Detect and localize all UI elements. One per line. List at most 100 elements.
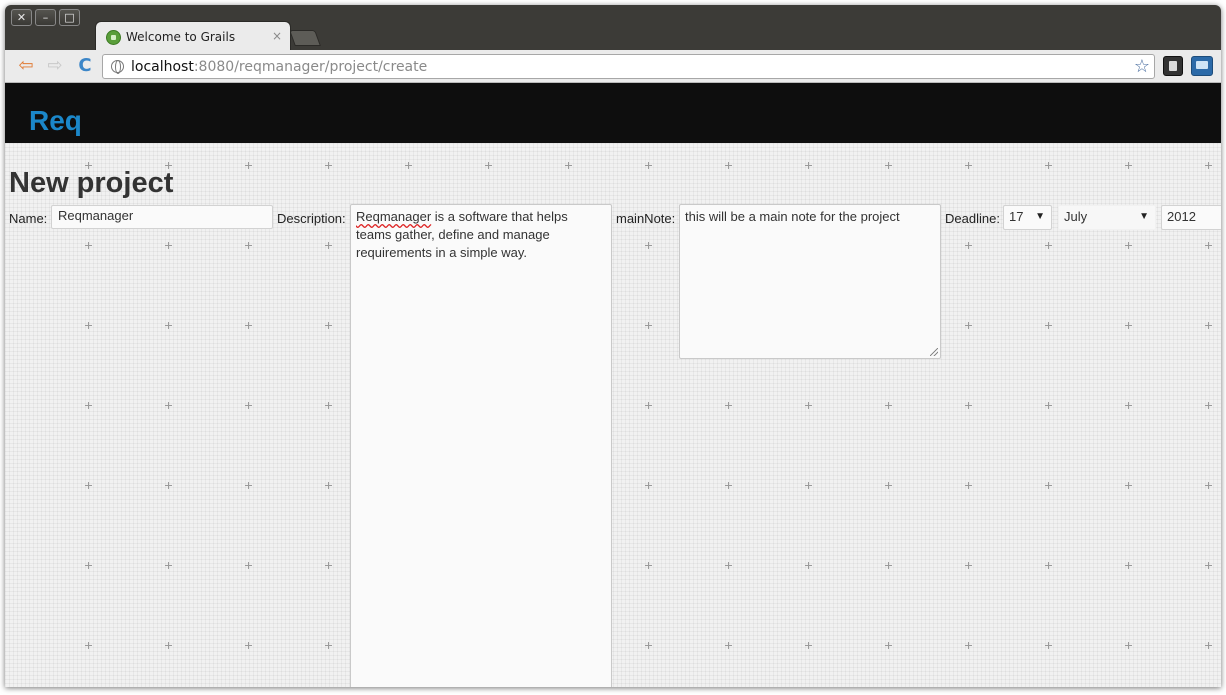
grid-cross — [245, 562, 252, 569]
bookmark-star-icon[interactable]: ☆ — [1134, 56, 1150, 77]
grid-cross — [725, 562, 732, 569]
grid-cross — [1045, 402, 1052, 409]
chevron-down-icon: ▼ — [1035, 211, 1045, 222]
description-misspelled-word: Reqmanager — [356, 209, 432, 224]
grid-cross — [965, 162, 972, 169]
deadline-day-select[interactable]: 17 ▼ — [1003, 205, 1052, 230]
reload-icon[interactable]: C — [75, 56, 95, 76]
tab-close-icon[interactable]: × — [272, 29, 282, 43]
grails-favicon-icon — [106, 30, 121, 45]
grid-cross — [1205, 162, 1212, 169]
brand-logo[interactable]: Req — [29, 105, 82, 137]
grid-cross — [885, 402, 892, 409]
grid-cross — [965, 482, 972, 489]
grid-cross — [245, 482, 252, 489]
grid-cross — [325, 322, 332, 329]
grid-cross — [325, 562, 332, 569]
grid-cross — [85, 562, 92, 569]
url-text[interactable]: localhost:8080/reqmanager/project/create — [131, 59, 427, 75]
mainnote-text: this will be a main note for the project — [685, 209, 900, 224]
grid-cross — [1205, 642, 1212, 649]
grid-cross — [485, 162, 492, 169]
name-input[interactable]: Reqmanager — [51, 205, 273, 229]
deadline-month-select[interactable]: July ▼ — [1058, 205, 1156, 230]
url-path: :8080/reqmanager/project/create — [193, 59, 428, 75]
forward-arrow-icon[interactable]: ⇨ — [45, 56, 65, 76]
maximize-window-button[interactable]: □ — [59, 9, 80, 26]
back-arrow-icon[interactable]: ⇦ — [16, 56, 36, 76]
description-textarea[interactable]: Reqmanager is a software that helps team… — [350, 204, 612, 687]
new-tab-button[interactable] — [289, 30, 321, 46]
grid-cross — [1125, 402, 1132, 409]
grid-cross — [85, 402, 92, 409]
chevron-down-icon: ▼ — [1139, 211, 1149, 222]
deadline-year-select[interactable]: 2012 — [1161, 205, 1221, 230]
mainnote-label: mainNote: — [616, 211, 676, 226]
grid-cross — [1045, 562, 1052, 569]
extension-evernote-icon[interactable] — [1163, 56, 1183, 76]
app-navbar: Req — [5, 83, 1221, 143]
grid-cross — [645, 642, 652, 649]
name-label: Name: — [9, 211, 48, 226]
grid-cross — [645, 322, 652, 329]
minimize-window-button[interactable]: – — [35, 9, 56, 26]
grid-cross — [1125, 482, 1132, 489]
close-window-button[interactable]: ✕ — [11, 9, 32, 26]
grid-cross — [165, 482, 172, 489]
grid-cross — [805, 402, 812, 409]
grid-cross — [1205, 562, 1212, 569]
extension-screen-capture-icon[interactable] — [1191, 56, 1213, 76]
tab-title: Welcome to Grails — [126, 30, 236, 44]
grid-cross — [805, 642, 812, 649]
grid-cross — [645, 402, 652, 409]
grid-cross — [1045, 322, 1052, 329]
grid-cross — [85, 642, 92, 649]
grid-cross — [1205, 322, 1212, 329]
deadline-label: Deadline: — [945, 211, 1000, 226]
window-controls: ✕ – □ — [11, 9, 80, 26]
grid-cross — [1045, 642, 1052, 649]
grid-cross — [325, 162, 332, 169]
deadline-year-value: 2012 — [1167, 209, 1196, 224]
address-bar[interactable]: localhost:8080/reqmanager/project/create… — [102, 54, 1155, 79]
grid-cross — [885, 162, 892, 169]
deadline-month-value: July — [1064, 209, 1088, 224]
grid-cross — [965, 322, 972, 329]
grid-cross — [165, 242, 172, 249]
grid-cross — [1205, 242, 1212, 249]
grid-cross — [725, 162, 732, 169]
grid-cross — [1205, 402, 1212, 409]
grid-cross — [1125, 242, 1132, 249]
grid-cross — [965, 242, 972, 249]
grid-cross — [1045, 162, 1052, 169]
grid-cross — [965, 562, 972, 569]
page-title: New project — [9, 167, 174, 199]
grid-cross — [85, 482, 92, 489]
grid-cross — [645, 562, 652, 569]
grid-cross — [1125, 162, 1132, 169]
grid-cross — [725, 402, 732, 409]
grid-cross — [805, 162, 812, 169]
mainnote-textarea[interactable]: this will be a main note for the project — [679, 204, 941, 359]
grid-cross — [85, 322, 92, 329]
grid-cross — [245, 642, 252, 649]
grid-cross — [645, 162, 652, 169]
resize-grip-icon[interactable] — [930, 348, 938, 356]
grid-cross — [165, 562, 172, 569]
grid-cross — [885, 642, 892, 649]
page-viewport: Req New project Name: Reqmanager Descrip… — [5, 83, 1221, 687]
grid-cross — [405, 162, 412, 169]
grid-cross — [325, 642, 332, 649]
grid-cross — [245, 402, 252, 409]
grid-cross — [805, 562, 812, 569]
grid-cross — [1205, 482, 1212, 489]
grid-cross — [1045, 242, 1052, 249]
browser-toolbar: ⇦ ⇨ C localhost:8080/reqmanager/project/… — [5, 50, 1221, 83]
grid-cross — [325, 242, 332, 249]
grid-cross — [1045, 482, 1052, 489]
grid-cross — [965, 402, 972, 409]
tab-welcome-to-grails[interactable]: Welcome to Grails × — [95, 21, 291, 51]
globe-icon — [111, 60, 124, 74]
description-label: Description: — [277, 211, 346, 226]
grid-cross — [725, 642, 732, 649]
